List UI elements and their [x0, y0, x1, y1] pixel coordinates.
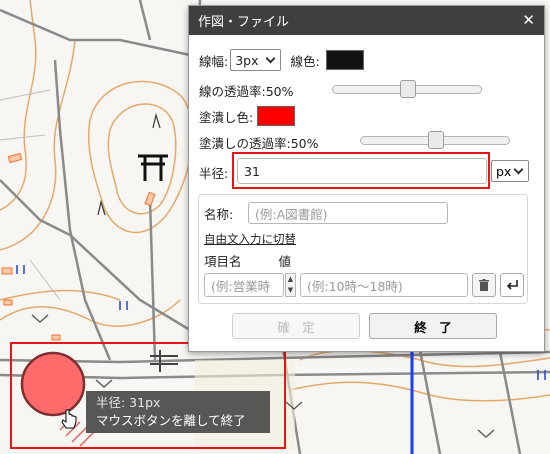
value-header: 値	[278, 254, 292, 269]
tooltip-radius: 半径: 31px	[96, 395, 161, 410]
stepper-buttons[interactable]: ▲ ▼	[285, 273, 296, 297]
torii-shrine-icon	[138, 154, 168, 181]
drawn-circle	[20, 351, 86, 417]
fill-color-swatch[interactable]	[257, 106, 296, 126]
fill-opacity-slider[interactable]	[360, 131, 510, 149]
chevron-down-icon	[513, 164, 524, 174]
item-name-placeholder: (例:営業時	[211, 278, 271, 294]
item-name-input[interactable]: (例:営業時	[204, 273, 284, 297]
item-name-header: 項目名	[204, 254, 242, 269]
radius-unit-select[interactable]: px	[491, 160, 530, 182]
enter-icon	[506, 279, 518, 290]
confirm-button-label: 確 定	[277, 319, 315, 335]
radius-input[interactable]: 31	[237, 158, 487, 184]
enter-button[interactable]	[500, 273, 524, 297]
fill-opacity-label: 塗潰しの透過率:50%	[199, 136, 319, 151]
close-icon[interactable]: ✕	[522, 11, 535, 29]
fill-color-label: 塗潰し色:	[199, 109, 254, 125]
line-color-swatch[interactable]	[325, 50, 364, 70]
chevron-down-icon	[265, 53, 275, 63]
dialog-title: 作図・ファイル	[198, 15, 290, 30]
line-width-label: 線幅:	[199, 53, 229, 69]
trash-button[interactable]	[472, 273, 496, 297]
finish-button-label: 終 了	[414, 319, 452, 335]
radius-unit-value: px	[496, 163, 512, 179]
line-width-value: 3px	[235, 52, 259, 68]
radius-value: 31	[244, 163, 260, 179]
line-opacity-slider[interactable]	[332, 80, 482, 98]
name-placeholder: (例:A図書館)	[255, 206, 328, 222]
value-placeholder: (例:10時～18時)	[307, 278, 403, 294]
trash-icon	[479, 278, 489, 291]
finish-button[interactable]: 終 了	[369, 313, 497, 339]
dialog-titlebar[interactable]: 作図・ファイル ✕	[189, 6, 544, 35]
draw-file-dialog: 作図・ファイル ✕ 線幅: 3px 線色: 線の透過率:50% 塗潰し色: 塗潰…	[188, 5, 545, 352]
free-text-toggle-link[interactable]: 自由文入力に切替	[204, 231, 296, 247]
radius-label: 半径:	[199, 166, 229, 181]
drawing-tooltip: 半径: 31px マウスボタンを離して終了	[86, 391, 270, 433]
line-width-select[interactable]: 3px	[230, 49, 281, 71]
name-label: 名称:	[204, 207, 234, 222]
value-input[interactable]: (例:10時～18時)	[300, 273, 468, 297]
fill-opacity-slider-thumb[interactable]	[428, 131, 444, 149]
name-input[interactable]: (例:A図書館)	[248, 202, 448, 224]
attribute-section: 名称: (例:A図書館) 自由文入力に切替 項目名 値 (例:営業時 ▲ ▼ (例…	[198, 194, 528, 304]
line-opacity-slider-thumb[interactable]	[400, 80, 416, 98]
line-color-label: 線色:	[290, 53, 320, 69]
confirm-button[interactable]: 確 定	[232, 313, 360, 339]
line-opacity-label: 線の透過率:50%	[199, 84, 294, 99]
tooltip-instruction: マウスボタンを離して終了	[96, 413, 246, 428]
